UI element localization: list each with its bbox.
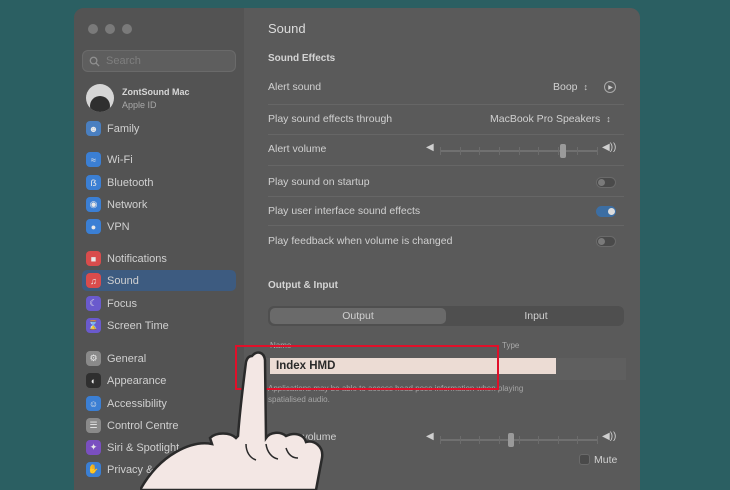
play-alert-button[interactable]: ▶ — [604, 81, 616, 93]
divider — [268, 196, 624, 197]
volume-feedback-toggle[interactable] — [596, 236, 616, 247]
play-through-label: Play sound effects through — [268, 113, 393, 125]
volume-feedback-label: Play feedback when volume is changed — [268, 235, 453, 247]
sidebar-item-notifications[interactable]: ■ Notifications — [82, 248, 236, 269]
search-icon — [89, 56, 100, 67]
ui-sound-effects-label: Play user interface sound effects — [268, 205, 421, 217]
sidebar-item-vpn[interactable]: ● VPN — [82, 216, 236, 237]
ui-sound-effects-toggle[interactable] — [596, 206, 616, 217]
sidebar-item-label: Wi-Fi — [107, 153, 133, 166]
sidebar-item-label: Network — [107, 198, 148, 211]
notifications-icon: ■ — [86, 251, 101, 266]
search-field[interactable] — [82, 50, 236, 72]
startup-sound-toggle[interactable] — [596, 177, 616, 188]
accessibility-icon: ☺ — [86, 396, 101, 411]
play-through-popup[interactable]: MacBook Pro Speakers ↕ — [490, 113, 611, 125]
siri-icon: ✦ — [86, 440, 101, 455]
startup-sound-label: Play sound on startup — [268, 176, 370, 188]
sidebar-item-family[interactable]: ☻ Family — [82, 118, 236, 139]
control-centre-icon: ☰ — [86, 418, 101, 433]
family-icon: ☻ — [86, 121, 101, 136]
minimize-window-button[interactable] — [105, 24, 115, 34]
sidebar-item-screen-time[interactable]: ⌛ Screen Time — [82, 315, 236, 336]
sidebar-item-label: Family — [107, 122, 140, 135]
column-type-header: Type — [502, 341, 520, 350]
speaker-low-icon: ◀ — [426, 142, 434, 153]
chevron-updown-icon: ↕ — [583, 82, 588, 92]
alert-sound-label: Alert sound — [268, 81, 322, 93]
wifi-icon: ≈ — [86, 152, 101, 167]
bluetooth-icon: ẞ — [86, 175, 101, 190]
mute-label: Mute — [594, 454, 618, 466]
slider-knob[interactable] — [560, 144, 567, 158]
vpn-icon: ● — [86, 219, 101, 234]
alert-sound-value: Boop — [553, 81, 578, 93]
apple-id-account[interactable]: ZontSound Mac Apple ID — [86, 84, 190, 112]
divider — [268, 165, 624, 166]
sidebar-item-label: Screen Time — [107, 319, 169, 332]
sidebar-item-wifi[interactable]: ≈ Wi-Fi — [82, 149, 236, 170]
alert-volume-label: Alert volume — [268, 143, 327, 155]
speaker-high-icon: ◀)) — [602, 431, 617, 442]
sidebar-item-label: Sound — [107, 274, 139, 287]
tab-input[interactable]: Input — [448, 306, 624, 326]
screen-time-icon: ⌛ — [86, 318, 101, 333]
slider-ticks — [440, 147, 598, 155]
speaker-high-icon: ◀)) — [602, 142, 617, 153]
privacy-icon: ✋ — [86, 462, 101, 477]
avatar — [86, 84, 114, 112]
alert-volume-slider[interactable] — [440, 144, 598, 158]
page-title: Sound — [268, 21, 306, 36]
divider — [268, 225, 624, 226]
search-input[interactable] — [106, 55, 226, 67]
mute-checkbox[interactable] — [579, 454, 590, 465]
sound-icon: ♫ — [86, 273, 101, 288]
tab-output[interactable]: Output — [270, 308, 446, 324]
sidebar-item-label: Focus — [107, 297, 137, 310]
account-name: ZontSound Mac — [122, 86, 190, 97]
divider — [268, 134, 624, 135]
network-icon: ◉ — [86, 197, 101, 212]
sidebar-item-label: VPN — [107, 220, 130, 233]
section-sound-effects: Sound Effects — [268, 53, 336, 64]
general-icon: ⚙ — [86, 351, 101, 366]
pointing-hand-icon — [140, 351, 324, 490]
sidebar-item-network[interactable]: ◉ Network — [82, 194, 236, 215]
divider — [268, 104, 624, 105]
sidebar-item-bluetooth[interactable]: ẞ Bluetooth — [82, 172, 236, 193]
sidebar-item-label: Bluetooth — [107, 176, 154, 189]
output-input-segmented-control: Output Input — [268, 306, 624, 326]
appearance-icon: ◐ — [86, 373, 101, 388]
alert-sound-popup[interactable]: Boop ↕ — [553, 81, 588, 93]
section-output-input: Output & Input — [268, 280, 338, 291]
output-volume-slider[interactable] — [440, 433, 598, 447]
sidebar-item-label: Notifications — [107, 252, 167, 265]
zoom-window-button[interactable] — [122, 24, 132, 34]
account-subtitle: Apple ID — [122, 99, 157, 110]
chevron-updown-icon: ↕ — [606, 114, 611, 124]
slider-ticks — [440, 436, 598, 444]
play-icon: ▶ — [608, 84, 613, 91]
close-window-button[interactable] — [88, 24, 98, 34]
window-controls — [88, 24, 132, 34]
focus-icon: ☾ — [86, 296, 101, 311]
speaker-low-icon: ◀ — [426, 431, 434, 442]
play-through-value: MacBook Pro Speakers — [490, 113, 601, 125]
slider-knob[interactable] — [508, 433, 515, 447]
sidebar-item-focus[interactable]: ☾ Focus — [82, 293, 236, 314]
sidebar-item-sound[interactable]: ♫ Sound — [82, 270, 236, 291]
